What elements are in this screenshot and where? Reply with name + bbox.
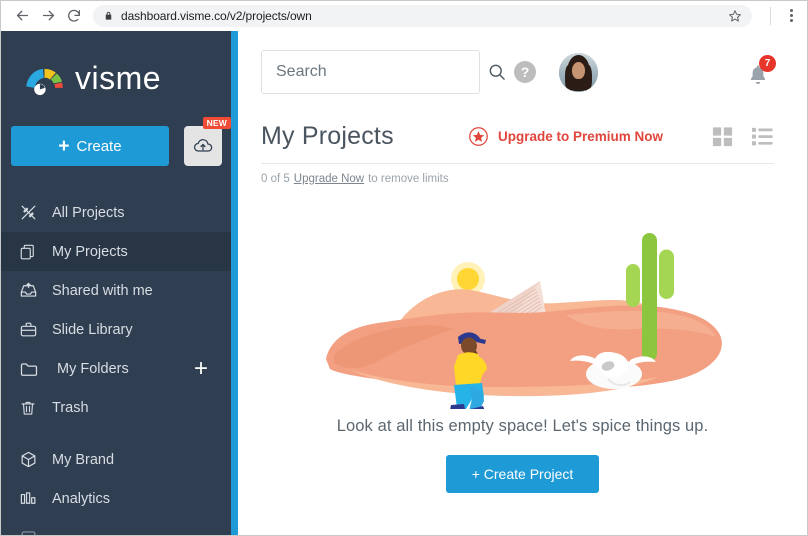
cloud-upload-icon [193, 139, 213, 152]
avatar[interactable] [559, 52, 598, 92]
address-bar[interactable]: dashboard.visme.co/v2/projects/own [93, 4, 752, 27]
projects-icon [19, 203, 45, 222]
upload-button-wrap: NEW [184, 117, 231, 166]
reload-icon[interactable] [61, 3, 87, 29]
visme-wordmark: visme [75, 60, 162, 96]
three-dots-menu-icon[interactable] [781, 4, 801, 28]
notification-badge: 7 [759, 55, 776, 72]
visme-logo[interactable]: visme [1, 31, 238, 103]
create-button-label: Create [76, 137, 122, 155]
sidebar-item-trash[interactable]: Trash [1, 388, 238, 427]
upload-button[interactable] [184, 126, 222, 166]
empty-state: Look at all this empty space! Let's spic… [238, 219, 807, 493]
sidebar-item-my-projects[interactable]: My Projects [1, 232, 238, 271]
trash-icon [19, 399, 45, 417]
sidebar-item-my-brand[interactable]: My Brand [1, 440, 238, 479]
top-bar: ? 7 [238, 31, 807, 113]
sidebar-item-slide-library[interactable]: Slide Library [1, 310, 238, 349]
sidebar-item-label: Slide Library [52, 321, 133, 338]
page-title: My Projects [261, 121, 394, 150]
sidebar-item-partial[interactable] [1, 518, 238, 535]
copy-icon [19, 243, 45, 261]
briefcase-icon [19, 320, 45, 339]
forward-icon[interactable] [35, 3, 61, 29]
sidebar-item-label: My Projects [52, 243, 128, 260]
desert-empty-state-illustration [325, 233, 722, 409]
toolbar-divider [770, 6, 771, 25]
bookmark-star-icon[interactable] [728, 9, 742, 23]
upgrade-label: Upgrade to Premium Now [498, 128, 664, 144]
sidebar-item-label: My Brand [52, 451, 115, 468]
create-button[interactable]: + Create [11, 126, 169, 166]
browser-window: dashboard.visme.co/v2/projects/own visme… [0, 0, 808, 536]
main-content: ? 7 My Projects [238, 31, 807, 535]
view-toggles [711, 125, 774, 148]
visme-logo-mark [26, 68, 63, 96]
create-row: + Create NEW [1, 117, 238, 169]
grid-view-icon[interactable] [711, 125, 734, 148]
sidebar-item-label: All Projects [52, 204, 125, 221]
sidebar-item-shared-with-me[interactable]: Shared with me [1, 271, 238, 310]
url-text: dashboard.visme.co/v2/projects/own [121, 8, 312, 23]
star-circle-icon [469, 126, 488, 146]
sidebar-item-all-projects[interactable]: All Projects [1, 193, 238, 232]
limits-row: 0 of 5 Upgrade Now to remove limits [261, 173, 807, 185]
sidebar-item-label: My Folders [57, 360, 129, 377]
sidebar-item-label: Trash [52, 399, 89, 416]
title-row: My Projects Upgrade to Premium Now [261, 113, 774, 159]
empty-state-text: Look at all this empty space! Let's spic… [336, 417, 709, 435]
sidebar-item-my-folders[interactable]: My Folders + [1, 349, 238, 388]
header-divider [261, 163, 774, 164]
sidebar-nav: All Projects My Projects Shared with me [1, 193, 238, 535]
search-box[interactable] [261, 50, 505, 94]
add-folder-button[interactable]: + [194, 356, 208, 381]
browser-toolbar: dashboard.visme.co/v2/projects/own [1, 1, 807, 31]
new-badge: NEW [202, 117, 231, 129]
search-icon[interactable] [487, 62, 507, 82]
sidebar-scrollbar[interactable] [231, 31, 238, 535]
folder-icon [19, 359, 45, 379]
page-body: visme + Create NEW All Projects My Proje… [1, 31, 807, 535]
sidebar: visme + Create NEW All Projects My Proje… [1, 31, 238, 535]
create-plus-icon: + [58, 135, 70, 157]
notifications-button[interactable]: 7 [744, 55, 776, 89]
back-icon[interactable] [9, 3, 35, 29]
inbox-in-icon [19, 281, 45, 300]
limits-count: 0 of 5 [261, 173, 290, 185]
partial-icon [19, 528, 45, 535]
list-view-icon[interactable] [751, 125, 774, 148]
sidebar-item-label: Shared with me [52, 282, 153, 299]
search-input[interactable] [276, 63, 483, 81]
upgrade-now-link[interactable]: Upgrade Now [294, 173, 364, 185]
box-icon [19, 450, 45, 469]
help-circle-icon[interactable]: ? [514, 61, 536, 83]
upgrade-to-premium-link[interactable]: Upgrade to Premium Now [468, 126, 663, 147]
limits-suffix: to remove limits [368, 173, 449, 185]
bar-chart-icon [19, 489, 45, 508]
sidebar-item-label: Analytics [52, 490, 111, 507]
sidebar-item-analytics[interactable]: Analytics [1, 479, 238, 518]
create-project-button[interactable]: + Create Project [445, 455, 600, 493]
lock-icon [103, 10, 114, 22]
